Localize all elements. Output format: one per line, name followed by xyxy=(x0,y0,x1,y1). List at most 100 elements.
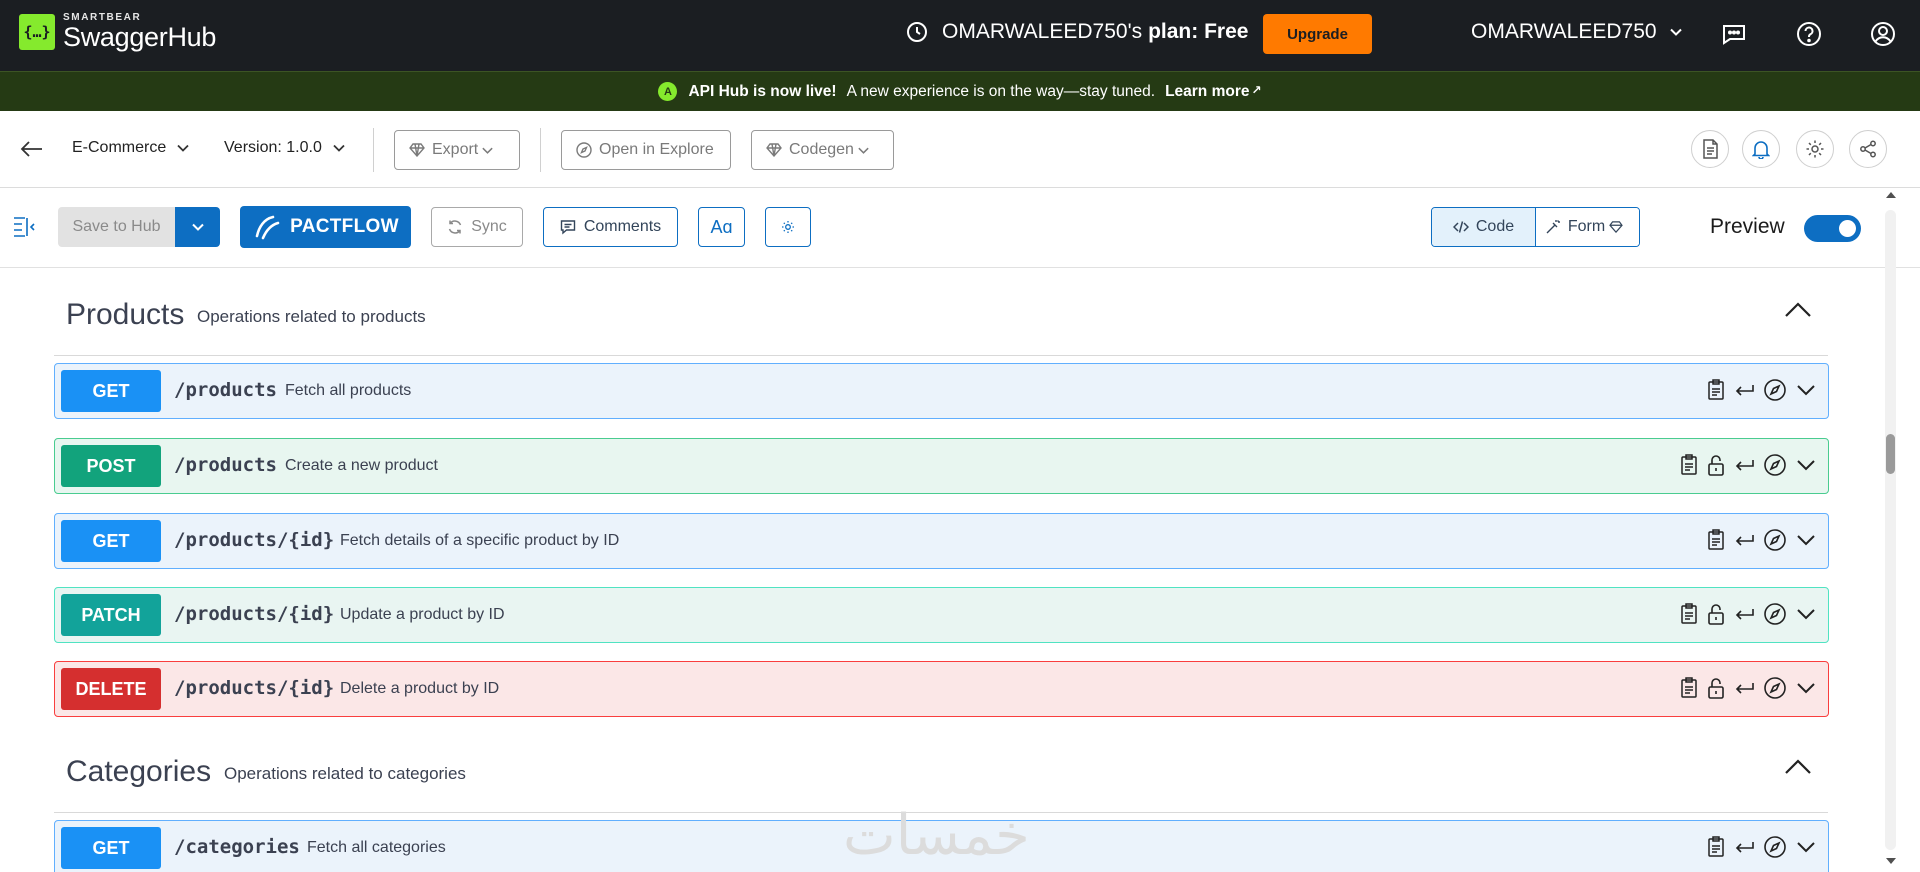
expand-chevron-down-icon[interactable] xyxy=(1796,533,1816,547)
operation-row[interactable]: DELETE /products/{id} Delete a product b… xyxy=(54,661,1829,717)
method-badge: DELETE xyxy=(61,668,161,710)
compass-icon[interactable] xyxy=(1763,835,1787,859)
collapse-chevron-up-icon[interactable] xyxy=(1784,300,1812,318)
unlock-icon[interactable] xyxy=(1707,603,1725,625)
compass-icon[interactable] xyxy=(1763,378,1787,402)
announcement-banner: A API Hub is now live! A new experience … xyxy=(0,71,1920,111)
section-header-categories[interactable]: Categories Operations related to categor… xyxy=(54,725,1828,813)
scroll-down-arrow-icon[interactable] xyxy=(1886,858,1896,864)
expand-chevron-down-icon[interactable] xyxy=(1796,458,1816,472)
operation-row[interactable]: PATCH /products/{id} Update a product by… xyxy=(54,587,1829,643)
chevron-down-icon xyxy=(177,144,189,152)
operation-row[interactable]: GET /products Fetch all products xyxy=(54,363,1829,419)
save-options-dropdown[interactable] xyxy=(175,207,220,247)
operation-path: /products xyxy=(174,454,277,476)
chevron-down-icon xyxy=(858,147,869,154)
username: OMARWALEED750 xyxy=(1471,20,1657,43)
method-badge: PATCH xyxy=(61,594,161,636)
chevron-down-icon xyxy=(482,147,493,154)
operation-path: /products xyxy=(174,379,277,401)
bell-icon[interactable] xyxy=(1742,130,1780,168)
gear-icon[interactable] xyxy=(1796,130,1834,168)
clipboard-icon[interactable] xyxy=(1707,379,1725,401)
scroll-up-arrow-icon[interactable] xyxy=(1886,192,1896,198)
expand-chevron-down-icon[interactable] xyxy=(1796,383,1816,397)
method-badge: POST xyxy=(61,445,161,487)
clipboard-icon[interactable] xyxy=(1707,836,1725,858)
version-label: Version: 1.0.0 xyxy=(224,139,322,156)
chat-icon[interactable] xyxy=(1720,20,1748,48)
open-in-explore-button[interactable]: Open in Explore xyxy=(561,130,731,170)
clipboard-icon[interactable] xyxy=(1680,454,1698,476)
preview-toggle[interactable] xyxy=(1804,215,1861,242)
sync-button[interactable]: Sync xyxy=(431,207,523,247)
brand-title: SwaggerHub xyxy=(63,22,217,52)
user-menu[interactable]: OMARWALEED750 xyxy=(1471,20,1683,44)
help-icon[interactable] xyxy=(1795,20,1823,48)
comments-button[interactable]: Comments xyxy=(543,207,678,247)
clipboard-icon[interactable] xyxy=(1707,529,1725,551)
watermark: خمسات xyxy=(843,803,1030,868)
form-view-tab[interactable]: Form xyxy=(1536,208,1639,246)
section-description: Operations related to categories xyxy=(224,764,466,783)
expand-chevron-down-icon[interactable] xyxy=(1796,681,1816,695)
operation-summary: Fetch details of a specific product by I… xyxy=(340,532,620,549)
operation-summary: Fetch all products xyxy=(285,382,412,399)
compass-icon[interactable] xyxy=(1763,453,1787,477)
save-to-hub-button[interactable]: Save to Hub xyxy=(58,207,175,247)
return-arrow-icon[interactable] xyxy=(1734,457,1754,473)
operation-path: /categories xyxy=(174,836,300,858)
expand-chevron-down-icon[interactable] xyxy=(1796,607,1816,621)
code-view-tab[interactable]: Code xyxy=(1432,208,1535,246)
pactflow-button[interactable]: PACTFLOW xyxy=(240,206,411,248)
section-title: Products xyxy=(66,298,185,331)
swaggerhub-logo[interactable]: {…} SMARTBEAR SwaggerHub xyxy=(19,13,216,51)
theme-toggle-button[interactable] xyxy=(765,207,811,247)
version-selector[interactable]: Version: 1.0.0 xyxy=(224,139,346,157)
back-arrow-icon[interactable] xyxy=(20,139,44,159)
document-icon[interactable] xyxy=(1691,130,1729,168)
font-size-button[interactable]: Aɑ xyxy=(698,207,745,247)
compass-icon[interactable] xyxy=(1763,528,1787,552)
chevron-down-icon xyxy=(1669,28,1682,36)
divider xyxy=(540,128,541,172)
collapse-panel-icon[interactable] xyxy=(12,216,36,238)
banner-message: A new experience is on the way—stay tune… xyxy=(846,82,1156,100)
account-icon[interactable] xyxy=(1869,20,1897,48)
operation-row[interactable]: GET /products/{id} Fetch details of a sp… xyxy=(54,513,1829,569)
chevron-down-icon xyxy=(191,223,204,231)
external-link-icon: ↗ xyxy=(1251,82,1262,97)
api-name: E-Commerce xyxy=(72,139,167,156)
compass-icon[interactable] xyxy=(1763,602,1787,626)
learn-more-link[interactable]: Learn more ↗ xyxy=(1165,83,1261,101)
upgrade-button[interactable]: Upgrade xyxy=(1263,14,1372,54)
codegen-button[interactable]: Codegen xyxy=(751,130,894,170)
return-arrow-icon[interactable] xyxy=(1734,532,1754,548)
expand-chevron-down-icon[interactable] xyxy=(1796,840,1816,854)
premium-diamond-icon xyxy=(1609,221,1623,233)
section-header-products[interactable]: Products Operations related to products xyxy=(54,268,1828,356)
clipboard-icon[interactable] xyxy=(1680,603,1698,625)
operation-row[interactable]: POST /products Create a new product xyxy=(54,438,1829,494)
unlock-icon[interactable] xyxy=(1707,677,1725,699)
api-selector[interactable]: E-Commerce xyxy=(72,139,190,157)
scrollbar-thumb[interactable] xyxy=(1886,434,1895,474)
return-arrow-icon[interactable] xyxy=(1734,606,1754,622)
clipboard-icon[interactable] xyxy=(1680,677,1698,699)
operation-path: /products/{id} xyxy=(174,677,335,699)
export-button[interactable]: Export xyxy=(394,130,520,170)
return-arrow-icon[interactable] xyxy=(1734,382,1754,398)
return-arrow-icon[interactable] xyxy=(1734,680,1754,696)
code-icon xyxy=(1452,221,1469,233)
pactflow-logo-icon xyxy=(255,215,280,240)
return-arrow-icon[interactable] xyxy=(1734,839,1754,855)
unlock-icon[interactable] xyxy=(1707,454,1725,476)
compass-icon[interactable] xyxy=(1763,676,1787,700)
operation-path: /products/{id} xyxy=(174,603,335,625)
method-badge: GET xyxy=(61,827,161,869)
editor-scrollbar[interactable] xyxy=(1880,188,1900,872)
share-icon[interactable] xyxy=(1849,130,1887,168)
method-badge: GET xyxy=(61,370,161,412)
collapse-chevron-up-icon[interactable] xyxy=(1784,757,1812,775)
section-title: Categories xyxy=(66,755,212,788)
